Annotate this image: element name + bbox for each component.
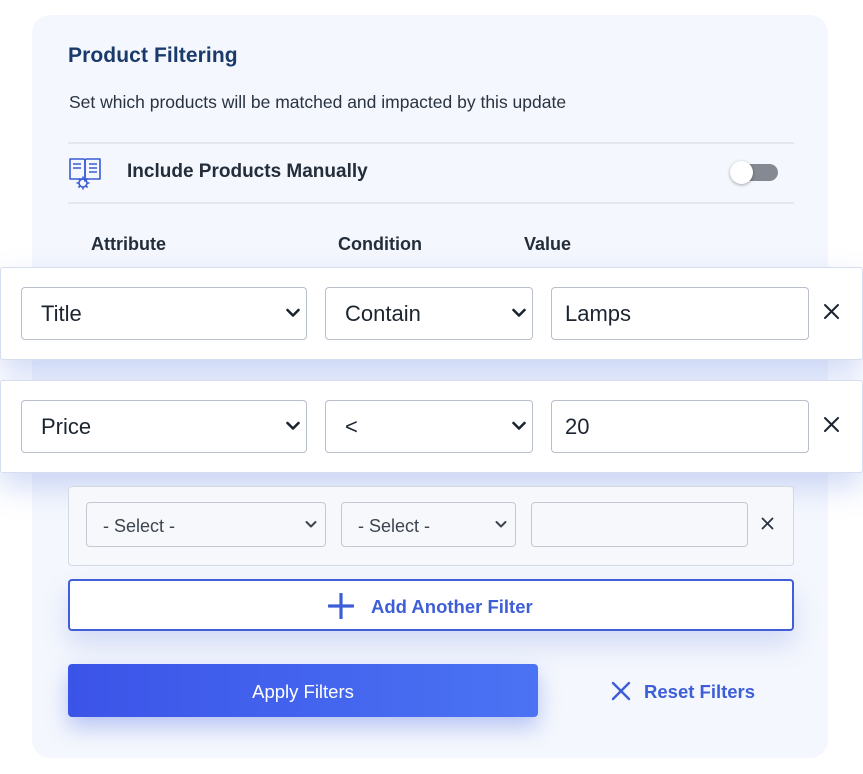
plus-icon [328,593,354,619]
condition-select[interactable]: - Select - [341,502,516,547]
toggle-knob [730,161,753,184]
value-input[interactable] [531,502,748,547]
divider [68,202,794,204]
add-filter-button[interactable]: Add Another Filter [68,579,794,631]
close-icon [611,681,631,701]
filter-row: - Select - - Select - [68,486,794,566]
value-input[interactable]: 20 [551,400,809,453]
reset-filters-button[interactable]: Reset Filters [610,678,770,706]
panel-subtitle: Set which products will be matched and i… [69,92,567,112]
value-input-text: 20 [565,414,590,439]
chevron-down-icon [286,308,300,317]
condition-select-value: < [345,414,358,439]
attribute-select[interactable]: Title [21,287,307,340]
reset-filters-label: Reset Filters [644,681,756,702]
include-manually-toggle[interactable] [730,161,778,184]
filter-row: Price < 20 [0,380,863,473]
condition-select[interactable]: Contain [325,287,533,340]
divider [68,142,794,144]
value-input-text: Lamps [565,301,632,326]
column-header-condition: Condition [338,234,422,254]
chevron-down-icon [286,421,300,430]
value-input[interactable]: Lamps [551,287,809,340]
apply-filters-label: Apply Filters [252,681,354,702]
attribute-select-value: Title [41,301,82,326]
filter-row: Title Contain Lamps [0,267,863,360]
attribute-select[interactable]: Price [21,400,307,453]
chevron-down-icon [495,521,507,528]
attribute-select[interactable]: - Select - [86,502,326,547]
remove-filter-close-icon[interactable] [823,303,840,320]
remove-filter-close-icon[interactable] [823,416,840,433]
include-manually-label: Include Products Manually [127,161,368,182]
condition-select-value: - Select - [358,516,431,536]
condition-select[interactable]: < [325,400,533,453]
chevron-down-icon [512,308,526,317]
column-header-value: Value [524,234,572,254]
add-filter-label: Add Another Filter [371,596,533,617]
attribute-select-value: - Select - [103,516,176,536]
filter-screen: Product Filtering Set which products wil… [0,0,863,774]
condition-select-value: Contain [345,301,421,326]
apply-filters-button[interactable]: Apply Filters [68,664,538,717]
column-header-attribute: Attribute [91,234,166,254]
book-gear-icon [69,158,101,190]
panel-title: Product Filtering [68,44,238,67]
chevron-down-icon [305,521,317,528]
chevron-down-icon [512,421,526,430]
attribute-select-value: Price [41,414,92,439]
remove-filter-close-icon[interactable] [761,517,774,530]
